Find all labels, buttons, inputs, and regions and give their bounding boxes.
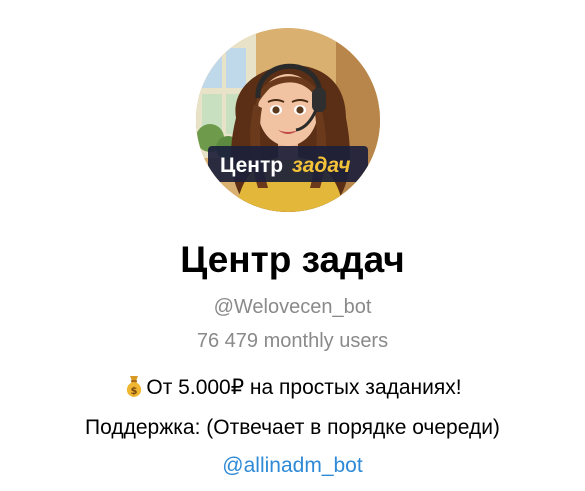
bot-name: Центр задач bbox=[180, 239, 405, 280]
description-line-1: $ От 5.000₽ на простых заданиях! bbox=[0, 374, 585, 402]
moneybag-icon: $ bbox=[123, 374, 145, 398]
svg-text:$: $ bbox=[131, 386, 138, 397]
description-line-1-text: От 5.000₽ на простых заданиях! bbox=[146, 376, 462, 399]
bot-username: @Welovecen_bot bbox=[213, 296, 372, 318]
description-line-2: Поддержка: (Отвечает в порядке очереди) bbox=[85, 416, 500, 439]
bot-avatar[interactable]: Центр задач bbox=[196, 28, 380, 212]
avatar-illustration: Центр задач bbox=[196, 28, 380, 212]
avatar-caption-left: Центр bbox=[220, 154, 283, 177]
avatar-caption-right: задач bbox=[292, 154, 351, 177]
monthly-users-count: 76 479 monthly users bbox=[196, 330, 389, 352]
support-bot-link[interactable]: @allinadm_bot bbox=[0, 452, 585, 480]
bot-profile: Центр задач Центр задач @Welovecen_bot 7… bbox=[0, 0, 585, 491]
